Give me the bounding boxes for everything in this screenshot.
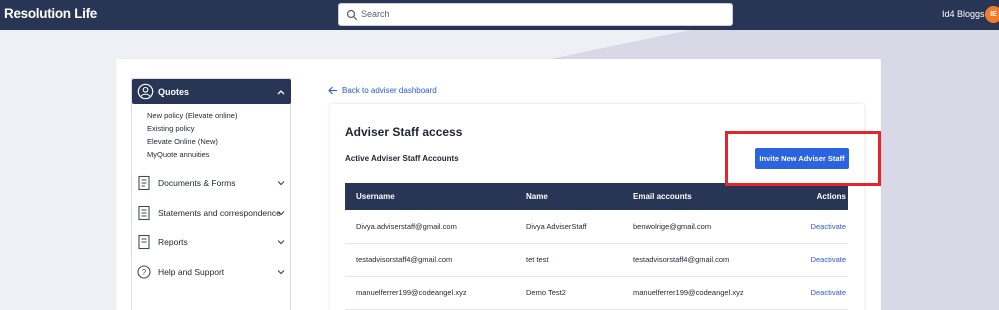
deactivate-link[interactable]: Deactivate xyxy=(782,276,848,310)
deactivate-link[interactable]: Deactivate xyxy=(782,210,848,244)
table-header-row: Username Name Email accounts Actions xyxy=(345,183,848,210)
cell-username: testadvisorstaff4@gmail.com xyxy=(345,243,515,277)
arrow-left-icon xyxy=(328,86,337,95)
sidebar-item-statements[interactable]: Statements and correspondence xyxy=(132,203,291,223)
chevron-down-icon[interactable] xyxy=(276,267,286,277)
highlight-box xyxy=(725,131,881,186)
column-header-name: Name xyxy=(515,183,622,210)
user-circle-icon xyxy=(137,83,154,100)
quotes-submenu-elevate-online[interactable]: Elevate Online (New) xyxy=(147,137,218,146)
cell-name: tet test xyxy=(515,243,622,277)
quotes-submenu-existing-policy[interactable]: Existing policy xyxy=(147,124,195,133)
table-row: Divya.adviserstaff@gmail.com Divya Advis… xyxy=(345,210,848,244)
table-row: manuelferrer199@codeangel.xyz Demo Test2… xyxy=(345,276,848,310)
search-input[interactable]: Search xyxy=(361,9,390,19)
avatar[interactable]: IE xyxy=(985,6,999,23)
cell-email: manuelferrer199@codeangel.xyz xyxy=(622,276,782,310)
sidebar-item-reports[interactable]: Reports xyxy=(132,232,291,252)
sidebar-item-documents[interactable]: Documents & Forms xyxy=(132,173,291,193)
help-icon: ? xyxy=(137,265,151,279)
top-bar: Resolution Life Search Id4 Bloggs IE xyxy=(0,0,999,30)
sidebar-item-quotes[interactable]: Quotes xyxy=(132,79,291,104)
sidebar-item-label: Quotes xyxy=(158,87,190,97)
column-header-email: Email accounts xyxy=(622,183,782,210)
document-icon xyxy=(138,175,150,191)
search-icon xyxy=(346,9,358,21)
page-title: Adviser Staff access xyxy=(345,125,463,139)
chevron-down-icon[interactable] xyxy=(276,208,286,218)
cell-username: Divya.adviserstaff@gmail.com xyxy=(345,210,515,244)
sidebar: Quotes New policy (Elevate online) Exist… xyxy=(131,78,291,310)
staff-table: Username Name Email accounts Actions Div… xyxy=(345,183,848,310)
sidebar-item-label: Documents & Forms xyxy=(158,178,236,188)
cell-name: Demo Test2 xyxy=(515,276,622,310)
chevron-down-icon[interactable] xyxy=(276,237,286,247)
cell-username: manuelferrer199@codeangel.xyz xyxy=(345,276,515,310)
svg-text:?: ? xyxy=(142,268,147,277)
sidebar-item-label: Reports xyxy=(158,237,188,247)
column-header-username: Username xyxy=(345,183,515,210)
sidebar-item-label: Help and Support xyxy=(158,267,225,277)
sidebar-item-help[interactable]: ? Help and Support xyxy=(132,262,291,282)
deactivate-link[interactable]: Deactivate xyxy=(782,243,848,277)
column-header-actions: Actions xyxy=(782,183,848,210)
search-box[interactable]: Search xyxy=(338,3,733,26)
cell-email: testadvisorstaff4@gmail.com xyxy=(622,243,782,277)
back-link-label: Back to adviser dashboard xyxy=(342,86,437,95)
user-name[interactable]: Id4 Bloggs xyxy=(942,9,985,19)
quotes-submenu-myquote-annuities[interactable]: MyQuote annuities xyxy=(147,150,210,159)
cell-email: benwolrige@gmail.com xyxy=(622,210,782,244)
quotes-submenu-new-policy[interactable]: New policy (Elevate online) xyxy=(147,111,237,120)
chevron-up-icon[interactable] xyxy=(276,87,286,97)
logo[interactable]: Resolution Life xyxy=(4,6,97,21)
table-row: testadvisorstaff4@gmail.com tet test tes… xyxy=(345,243,848,277)
statement-icon xyxy=(138,205,150,221)
chevron-down-icon[interactable] xyxy=(276,178,286,188)
sidebar-item-label: Statements and correspondence xyxy=(158,208,281,218)
report-icon xyxy=(138,234,150,250)
section-subtitle: Active Adviser Staff Accounts xyxy=(345,154,459,163)
cell-name: Divya AdviserStaff xyxy=(515,210,622,244)
